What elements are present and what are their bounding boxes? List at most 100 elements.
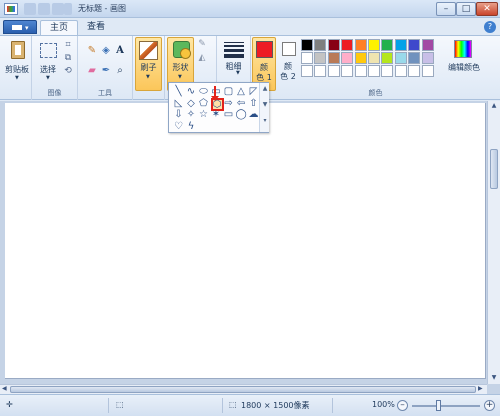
rounded-rectangle-shape-icon[interactable]: ▢: [223, 86, 234, 97]
color-swatch[interactable]: [408, 39, 421, 51]
color-swatch[interactable]: [368, 65, 380, 77]
scroll-up-icon[interactable]: ▲: [260, 85, 270, 92]
diamond-shape-icon[interactable]: ◇: [186, 98, 197, 109]
quick-undo-icon[interactable]: [38, 3, 50, 15]
color-swatch[interactable]: [301, 65, 313, 77]
color-swatch[interactable]: [301, 52, 313, 64]
six-point-star-shape-icon[interactable]: ✶: [211, 109, 222, 120]
color-swatch[interactable]: [341, 52, 354, 64]
zoom-slider-thumb[interactable]: [436, 400, 441, 411]
color-swatch[interactable]: [327, 52, 340, 64]
color-swatch[interactable]: [301, 39, 313, 51]
app-icon[interactable]: [4, 3, 18, 15]
quick-access-dropdown-icon[interactable]: [64, 3, 72, 15]
color-swatch[interactable]: [394, 52, 407, 64]
resize-icon[interactable]: ⧉: [63, 54, 73, 63]
horizontal-scroll-thumb[interactable]: [10, 386, 476, 393]
color-swatch[interactable]: [354, 52, 367, 64]
vertical-scroll-thumb[interactable]: [490, 149, 498, 189]
tab-home[interactable]: 主页: [40, 20, 79, 35]
maximize-button[interactable]: □: [456, 2, 476, 16]
edit-colors-button[interactable]: 编辑颜色: [443, 37, 483, 87]
color-swatch[interactable]: [314, 52, 327, 64]
curve-shape-icon[interactable]: ∿: [186, 86, 197, 97]
color-picker-icon[interactable]: ✒: [100, 65, 112, 77]
gallery-more-icon[interactable]: ▾: [260, 117, 270, 124]
color-swatch[interactable]: [381, 39, 394, 51]
lightning-shape-icon[interactable]: ϟ: [186, 121, 197, 132]
color-swatch[interactable]: [354, 39, 367, 51]
five-point-star-shape-icon[interactable]: ☆: [198, 109, 209, 120]
close-button[interactable]: ✕: [476, 2, 498, 16]
line-shape-icon[interactable]: ╲: [173, 86, 184, 97]
color-swatch[interactable]: [421, 39, 434, 51]
zoom-slider[interactable]: [412, 405, 480, 407]
color-swatch[interactable]: [327, 39, 340, 51]
scroll-left-icon[interactable]: ◀: [2, 385, 7, 392]
color2-button[interactable]: 颜 色 2: [277, 37, 301, 91]
scroll-down-icon[interactable]: ▼: [260, 101, 270, 108]
color-swatch[interactable]: [381, 52, 394, 64]
color-swatch[interactable]: [394, 39, 407, 51]
color-swatch[interactable]: [381, 65, 394, 77]
rotate-icon[interactable]: ⟲: [63, 67, 73, 76]
file-menu-button[interactable]: ▾: [3, 20, 37, 34]
color-swatch[interactable]: [421, 52, 434, 64]
help-icon[interactable]: ?: [484, 21, 496, 33]
divider: [108, 398, 109, 413]
horizontal-scrollbar[interactable]: ◀ ▶: [0, 384, 487, 394]
up-arrow-shape-icon[interactable]: ⇧: [248, 98, 259, 109]
select-rectangle-icon: [40, 43, 57, 58]
right-triangle-shape-icon[interactable]: ◸: [248, 86, 259, 97]
text-icon[interactable]: A: [114, 45, 126, 57]
scroll-up-icon[interactable]: ▲: [488, 102, 500, 109]
vertical-scrollbar[interactable]: ▲ ▼: [487, 101, 500, 384]
color-swatch[interactable]: [368, 52, 380, 64]
crop-icon[interactable]: ⌗: [63, 41, 73, 50]
pentagon-shape-icon[interactable]: ⬠: [198, 98, 209, 109]
four-point-star-shape-icon[interactable]: ✧: [186, 109, 197, 120]
color-swatch[interactable]: [341, 39, 354, 51]
brushes-button[interactable]: 刷子 ▼: [135, 37, 162, 91]
color-swatch[interactable]: [408, 65, 421, 77]
color-swatch[interactable]: [421, 65, 434, 77]
left-arrow-shape-icon[interactable]: ⇦: [236, 98, 247, 109]
scroll-right-icon[interactable]: ▶: [478, 385, 483, 392]
right-arrow-shape-icon[interactable]: ⇨: [223, 98, 234, 109]
rounded-callout-shape-icon[interactable]: ▭: [223, 109, 234, 120]
minimize-button[interactable]: –: [436, 2, 456, 16]
color-swatch[interactable]: [327, 65, 340, 77]
tab-view[interactable]: 查看: [78, 20, 114, 35]
outline-icon[interactable]: ✎: [197, 40, 207, 49]
color-swatch[interactable]: [314, 39, 327, 51]
group-label-image: 图像: [47, 89, 62, 97]
zoom-in-button[interactable]: +: [484, 400, 495, 411]
color-swatch[interactable]: [408, 52, 421, 64]
magnifier-icon[interactable]: ⌕: [114, 65, 126, 77]
down-arrow-shape-icon[interactable]: ⇩: [173, 109, 184, 120]
right-triangle-alt-shape-icon[interactable]: ◺: [173, 98, 184, 109]
heart-shape-icon[interactable]: ♡: [173, 121, 184, 132]
app-title: 画图: [109, 4, 126, 13]
scroll-down-icon[interactable]: ▼: [488, 374, 500, 381]
fill-shape-icon[interactable]: ◭: [197, 54, 207, 63]
select-button[interactable]: 选择 ▼: [34, 37, 60, 87]
quick-redo-icon[interactable]: [52, 3, 64, 15]
oval-callout-shape-icon[interactable]: ◯: [236, 109, 247, 120]
color-swatch[interactable]: [314, 65, 327, 77]
eraser-icon[interactable]: ▰: [86, 65, 98, 77]
color-swatch[interactable]: [368, 39, 380, 51]
zoom-out-button[interactable]: –: [397, 400, 408, 411]
drawing-canvas[interactable]: [5, 103, 486, 379]
color-swatch[interactable]: [341, 65, 354, 77]
pencil-icon[interactable]: ✎: [86, 45, 98, 57]
quick-save-icon[interactable]: [24, 3, 36, 15]
paste-button[interactable]: 剪贴板 ▼: [2, 37, 30, 91]
fill-icon[interactable]: ◈: [100, 45, 112, 57]
oval-shape-icon[interactable]: ⬭: [198, 86, 209, 97]
color-swatch[interactable]: [394, 65, 407, 77]
color-swatch[interactable]: [354, 65, 367, 77]
triangle-shape-icon[interactable]: △: [236, 86, 247, 97]
gallery-scrollbar[interactable]: ▲ ▼ ▾: [259, 83, 269, 132]
cloud-callout-shape-icon[interactable]: ☁: [248, 109, 259, 120]
